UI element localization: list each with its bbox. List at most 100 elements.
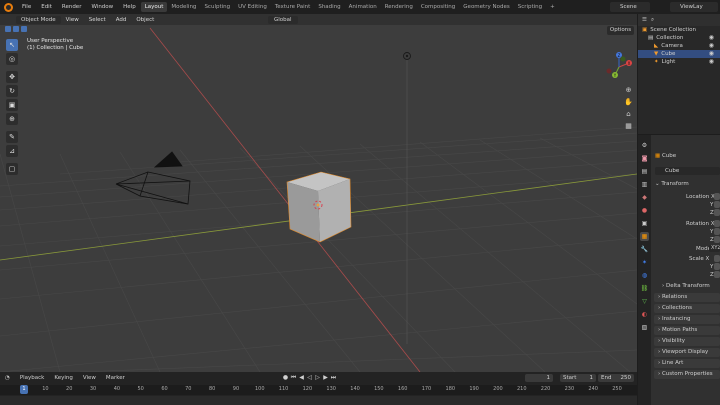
rotation-y-field[interactable] <box>714 228 720 235</box>
world-tab-icon[interactable]: ● <box>640 206 649 215</box>
select-extend-icon[interactable] <box>13 26 19 32</box>
options-button[interactable]: Options <box>607 26 634 35</box>
timeline-menu-keying[interactable]: Keying <box>49 375 77 381</box>
tab-scripting[interactable]: Scripting <box>514 2 546 12</box>
perspective-grid-icon[interactable]: ▦ <box>624 122 633 131</box>
rotation-mode-dropdown[interactable]: XYZ Euler <box>709 245 720 252</box>
pan-hand-icon[interactable]: ✋ <box>624 98 633 107</box>
panel-delta-transform[interactable]: › Delta Transform <box>654 282 720 291</box>
menu-help[interactable]: Help <box>118 4 141 10</box>
constraints-tab-icon[interactable]: ⛓ <box>640 284 649 293</box>
modifiers-tab-icon[interactable]: 🔧 <box>640 245 649 254</box>
start-frame-field[interactable]: Start 1 <box>560 374 596 382</box>
visibility-eye-icon[interactable]: ◉ <box>709 58 714 66</box>
timeline-menu-marker[interactable]: Marker <box>101 375 130 381</box>
location-x-field[interactable] <box>714 193 720 200</box>
panel-visibility[interactable]: › Visibility <box>654 337 720 346</box>
visibility-eye-icon[interactable]: ◉ <box>709 50 714 58</box>
viewport-menu-add[interactable]: Add <box>111 17 132 23</box>
record-icon[interactable]: ● <box>282 374 289 382</box>
cube-object[interactable] <box>286 171 352 243</box>
light-object[interactable] <box>403 52 411 60</box>
annotate-tool-icon[interactable]: ✎ <box>6 131 18 143</box>
texture-tab-icon[interactable]: ▧ <box>640 323 649 332</box>
viewport-menu-view[interactable]: View <box>61 17 84 23</box>
object-mode-dropdown[interactable]: Object Mode <box>16 15 61 24</box>
viewport-menu-object[interactable]: Object <box>131 17 159 23</box>
3d-viewport[interactable]: Object Mode View Select Add Object Globa… <box>0 14 637 372</box>
menu-edit[interactable]: Edit <box>36 4 57 10</box>
panel-motion-paths[interactable]: › Motion Paths <box>654 326 720 335</box>
scale-z-field[interactable] <box>714 271 720 278</box>
tab-sculpting[interactable]: Sculpting <box>200 2 234 12</box>
navigation-gizmo[interactable]: X Y Z <box>603 51 635 83</box>
scale-tool-icon[interactable]: ▣ <box>6 99 18 111</box>
add-workspace-button[interactable]: + <box>546 2 559 12</box>
outliner-root[interactable]: ▣ Scene Collection <box>638 26 720 34</box>
gizmo-neg-x-icon[interactable] <box>606 68 612 74</box>
object-datablock-field[interactable]: Cube <box>655 167 720 175</box>
select-subtract-icon[interactable] <box>21 26 27 32</box>
location-y-field[interactable] <box>714 201 720 208</box>
transform-tool-icon[interactable]: ⊕ <box>6 113 18 125</box>
frame-ruler[interactable]: 1102030405060708090100110120130140150160… <box>0 385 637 395</box>
zoom-icon[interactable]: ⊕ <box>624 86 633 95</box>
jump-end-icon[interactable]: ⏭ <box>330 374 337 382</box>
transform-orientation-dropdown[interactable]: Global <box>268 15 298 24</box>
tab-animation[interactable]: Animation <box>345 2 381 12</box>
tab-compositing[interactable]: Compositing <box>417 2 459 12</box>
tab-geometry-nodes[interactable]: Geometry Nodes <box>459 2 513 12</box>
editor-type-icon[interactable]: ◔ <box>0 375 15 381</box>
add-cube-tool-icon[interactable]: ▢ <box>6 163 18 175</box>
scene-selector[interactable]: Scene <box>610 2 650 12</box>
tab-uv-editing[interactable]: UV Editing <box>234 2 271 12</box>
panel-collections[interactable]: › Collections <box>654 304 720 313</box>
scale-x-field[interactable] <box>714 255 720 262</box>
panel-relations[interactable]: › Relations <box>654 293 720 302</box>
location-z-field[interactable] <box>714 209 720 216</box>
outliner-type-icon[interactable]: ☰ <box>642 17 647 23</box>
object-tab-icon[interactable]: ▦ <box>640 232 649 241</box>
tool-tab-icon[interactable]: ⚙ <box>640 141 649 150</box>
scene-tab-icon[interactable]: ◆ <box>640 193 649 202</box>
next-key-icon[interactable]: ▶ <box>322 374 329 382</box>
prev-key-icon[interactable]: ◀ <box>298 374 305 382</box>
output-tab-icon[interactable]: ▤ <box>640 167 649 176</box>
measure-tool-icon[interactable]: ⊿ <box>6 145 18 157</box>
timeline-scroll-area[interactable] <box>0 396 637 405</box>
material-tab-icon[interactable]: ◐ <box>640 310 649 319</box>
outliner-item-camera[interactable]: ◣ Camera ◉ <box>638 42 720 50</box>
rotation-z-field[interactable] <box>714 236 720 243</box>
transform-panel-header[interactable]: ⌄ Transform <box>655 181 689 187</box>
outliner-filter-icon[interactable]: ⌕ <box>651 17 654 24</box>
select-box-icon[interactable] <box>5 26 11 32</box>
current-frame-field[interactable]: 1 <box>525 374 553 382</box>
tab-shading[interactable]: Shading <box>314 2 344 12</box>
outliner-item-collection[interactable]: ▤ Collection ◉ <box>638 34 720 42</box>
outliner-item-cube[interactable]: ▼ Cube ◉ <box>638 50 720 58</box>
menu-render[interactable]: Render <box>57 4 87 10</box>
render-tab-icon[interactable]: ◙ <box>640 154 649 163</box>
menu-file[interactable]: File <box>17 4 36 10</box>
playhead[interactable]: 1 <box>20 385 28 394</box>
gizmo-neg-y-icon[interactable] <box>620 56 626 62</box>
timeline-menu-view[interactable]: View <box>78 375 101 381</box>
play-reverse-icon[interactable]: ◁ <box>306 374 313 382</box>
viewport-menu-select[interactable]: Select <box>84 17 111 23</box>
panel-line-art[interactable]: › Line Art <box>654 359 720 368</box>
end-frame-field[interactable]: End 250 <box>598 374 634 382</box>
collection-tab-icon[interactable]: ▣ <box>640 219 649 228</box>
jump-start-icon[interactable]: ⏮ <box>290 374 297 382</box>
select-tool-icon[interactable]: ↖ <box>6 39 18 51</box>
camera-view-icon[interactable]: ⌂ <box>624 110 633 119</box>
panel-instancing[interactable]: › Instancing <box>654 315 720 324</box>
visibility-eye-icon[interactable]: ◉ <box>709 42 714 50</box>
tab-texture-paint[interactable]: Texture Paint <box>271 2 315 12</box>
panel-viewport-display[interactable]: › Viewport Display <box>654 348 720 357</box>
rotation-x-field[interactable] <box>714 220 720 227</box>
panel-custom-properties[interactable]: › Custom Properties <box>654 370 720 379</box>
data-tab-icon[interactable]: ▽ <box>640 297 649 306</box>
outliner-item-light[interactable]: ✦ Light ◉ <box>638 58 720 66</box>
visibility-eye-icon[interactable]: ◉ <box>709 34 714 42</box>
physics-tab-icon[interactable]: ◍ <box>640 271 649 280</box>
